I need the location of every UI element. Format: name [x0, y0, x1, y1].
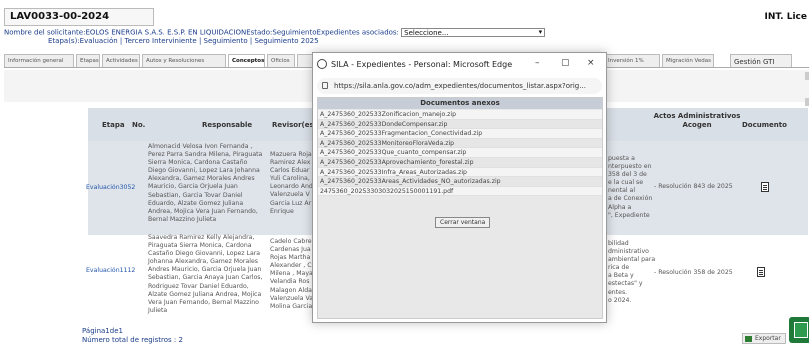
row-concepto: puesta a nterpuesto en 358 del 3 de e la cu… [608, 155, 653, 219]
header-etapa[interactable]: Etapa [102, 121, 125, 130]
close-window-button[interactable]: Cerrar ventana [435, 217, 491, 228]
requester-line: Nombre del solicitante:EOLOS ENERGIA S.A… [4, 28, 546, 37]
row-responsable: Almonacid Velosa Ivon Fernanda , Perez Pa… [148, 143, 263, 223]
side-button[interactable] [805, 98, 809, 106]
tab-inversion[interactable]: Inversión 1% [604, 54, 660, 67]
header-actos[interactable]: Actos Administrativos Acogen [650, 112, 744, 130]
row-acto: - Resolución 358 de 2025 [654, 269, 733, 276]
export-button[interactable]: Exportar [742, 333, 786, 344]
header-revisor[interactable]: Revisor(es [272, 121, 314, 130]
row-concepto: bilidad dministrativo ambiental para rica d… [608, 240, 656, 304]
minimize-icon[interactable]: – [535, 58, 540, 68]
edge-browser-icon [317, 59, 327, 69]
tab-autos-resoluciones[interactable]: Autos y Resoluciones [142, 54, 226, 67]
documents-panel: Documentos anexos A_2475360_202533Zonifi… [317, 97, 603, 319]
document-icon[interactable] [757, 267, 765, 277]
file-number: LAV0033-00-2024 [4, 8, 154, 26]
estado-label: Estado: [246, 28, 273, 37]
export-label: Exportar [755, 335, 781, 342]
requester-value: EOLOS ENERGIA S.A.S. E.S.P. EN LIQUIDACI… [85, 28, 247, 37]
excel-check-icon[interactable] [789, 317, 809, 343]
tab-conceptos[interactable]: Conceptos [228, 54, 265, 67]
tab-migracion-vedas[interactable]: Migración Vedas [662, 54, 714, 67]
document-link[interactable]: A_2475360_202533Que_cuanto_compensar.zip [318, 148, 602, 158]
header-responsable[interactable]: Responsable [202, 121, 252, 130]
expedientes-select[interactable]: Seleccione... [401, 28, 546, 37]
document-link[interactable]: A_2475360_202533Fragmentacion_Conectivid… [318, 129, 602, 139]
expedientes-label: Expedientes asociados: [316, 28, 399, 37]
tab-informacion-general[interactable]: Información general [4, 54, 74, 67]
document-link[interactable]: A_2475360_202533Infra_Areas_Autorizadas.… [318, 167, 602, 178]
header-documento[interactable]: Documento [742, 121, 787, 130]
page-info-icon[interactable] [322, 82, 328, 89]
document-link[interactable]: 2475360_20253303032025150001191.pdf [318, 186, 602, 197]
maximize-icon[interactable]: ▢ [561, 58, 570, 68]
address-bar[interactable]: https://sila.anla.gov.co/adm_expedientes… [317, 78, 602, 94]
document-link[interactable]: A_2475360_202533DondeCompensar.zip [318, 119, 602, 130]
estado-value: Seguimiento [272, 28, 317, 37]
requester-label: Nombre del solicitante: [4, 28, 86, 37]
documents-popup-window: SILA - Expedientes - Personal: Microsoft… [312, 52, 607, 323]
tab-gestion-gti[interactable]: Gestión GTI [730, 54, 792, 67]
row-revisor: Cadelo Cabre Cardenas Jua Rojas Martha Alex… [270, 238, 313, 310]
side-button[interactable] [805, 72, 809, 80]
document-icon[interactable] [761, 182, 769, 192]
documents-heading: Documentos anexos [318, 98, 602, 109]
total-records: Número total de registros : 2 [82, 336, 183, 344]
page-indicator[interactable]: Página1de1 [82, 327, 183, 336]
tab-oficios[interactable]: Oficios [267, 54, 295, 67]
document-link[interactable]: A_2475360_202533Areas_Actividades_NO_aut… [318, 177, 602, 187]
etapas-value: Evaluación | Tercero Interviniente | Seg… [79, 37, 319, 45]
tab-etapas[interactable]: Etapas [76, 54, 100, 67]
documents-list: A_2475360_202533Zonificacion_manejo.zip … [318, 110, 602, 197]
close-icon[interactable]: × [587, 58, 595, 68]
row-etapa-link[interactable]: Evaluación3052 [86, 184, 135, 192]
row-revisor: Mazuera Roja Ramirez Alex Carlos Eduar Yuli… [270, 151, 313, 215]
header-no[interactable]: No. [132, 121, 145, 130]
user-label: INT. Lice [764, 12, 807, 22]
address-url: https://sila.anla.gov.co/adm_expedientes… [334, 82, 586, 90]
row-acto: - Resolución 843 de 2025 [654, 183, 733, 190]
etapas-label: Etapa(s): [48, 37, 80, 45]
excel-icon [745, 336, 752, 342]
document-link[interactable]: A_2475360_202533MonitoreoFloraVeda.zip [318, 138, 602, 149]
app-window: LAV0033-00-2024 INT. Lice Nombre del sol… [0, 0, 809, 347]
document-link[interactable]: A_2475360_202533Zonificacion_manejo.zip [318, 110, 602, 120]
row-responsable: Saavedra Ramirez Kelly Alejandra, Piragua… [148, 234, 263, 314]
document-link[interactable]: A_2475360_202533Aprovechamiento_forestal… [318, 157, 602, 168]
row-etapa-link[interactable]: Evaluación1112 [86, 267, 135, 275]
etapas-line: Etapa(s):Evaluación | Tercero Intervinie… [48, 37, 319, 45]
pagination-footer: Página1de1 Número total de registros : 2 [82, 327, 183, 345]
tab-actividades[interactable]: Actividades [102, 54, 140, 67]
